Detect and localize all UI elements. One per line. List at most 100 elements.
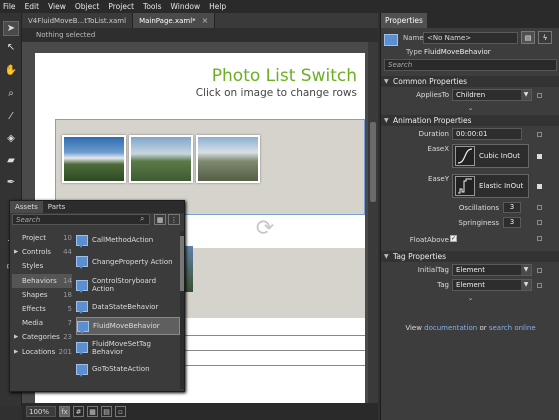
animation-properties-header[interactable]: ▼ Animation Properties xyxy=(381,115,559,126)
more-options-icon[interactable]: ⋮ xyxy=(168,214,180,225)
footer-text: or xyxy=(479,324,487,332)
close-icon[interactable]: × xyxy=(202,16,209,25)
advanced-options-icon[interactable] xyxy=(537,154,542,159)
advanced-options-icon[interactable] xyxy=(537,283,542,288)
menu-file[interactable]: File xyxy=(3,2,16,11)
zoom-tool-icon[interactable]: ⌕ xyxy=(3,86,19,101)
menu-bar: File Edit View Object Project Tools Wind… xyxy=(0,0,559,13)
photo-thumbnail[interactable] xyxy=(62,135,126,183)
chevron-down-icon: ▼ xyxy=(521,265,531,275)
annotations-icon[interactable]: ▫ xyxy=(115,406,126,417)
effects-toggle-icon[interactable]: fx xyxy=(59,406,70,417)
category-categories[interactable]: ▶ Categories 23 xyxy=(12,330,72,344)
grid-view-icon[interactable]: ▦ xyxy=(154,214,166,225)
list-item[interactable]: ChangeProperty Action xyxy=(76,251,180,273)
gradient-tool-icon[interactable]: ▰ xyxy=(3,153,19,168)
pen-tool-icon[interactable]: ✒ xyxy=(3,175,19,190)
events-view-icon[interactable]: ϟ xyxy=(538,31,552,44)
menu-help[interactable]: Help xyxy=(209,2,226,11)
menu-object[interactable]: Object xyxy=(75,2,99,11)
tag-properties-header[interactable]: ▼ Tag Properties xyxy=(381,251,559,262)
menu-edit[interactable]: Edit xyxy=(25,2,40,11)
item-label: CallMethodAction xyxy=(92,236,154,244)
snap-lines-icon[interactable]: ▤ xyxy=(101,406,112,417)
tab-fluidmove-document[interactable]: V4FluidMoveB...tToList.xaml xyxy=(22,13,134,28)
show-grid-icon[interactable]: ▦ xyxy=(87,406,98,417)
documentation-link[interactable]: documentation xyxy=(424,324,477,332)
zoom-select[interactable]: 100% xyxy=(26,406,56,417)
paint-bucket-tool-icon[interactable]: ◈ xyxy=(3,131,19,146)
menu-tools[interactable]: Tools xyxy=(143,2,161,11)
advanced-options-icon[interactable] xyxy=(537,132,542,137)
category-project[interactable]: Project 10 xyxy=(12,231,72,245)
type-label: Type xyxy=(406,48,423,56)
behavior-icon xyxy=(77,320,89,334)
item-label: GoToStateAction xyxy=(92,365,150,373)
pan-tool-icon[interactable]: ✋ xyxy=(3,63,19,78)
snap-grid-icon[interactable]: # xyxy=(73,406,84,417)
category-media[interactable]: Media 7 xyxy=(12,316,72,330)
floatabove-checkbox[interactable]: ✓ xyxy=(450,235,457,242)
behavior-list-scrollbar[interactable] xyxy=(180,231,184,389)
menu-project[interactable]: Project xyxy=(108,2,134,11)
duration-field[interactable]: 00:00:01 xyxy=(452,128,522,140)
tag-dropdown[interactable]: Element ▼ xyxy=(452,279,532,291)
menu-window[interactable]: Window xyxy=(171,2,201,11)
oscillations-field[interactable]: 3 xyxy=(503,202,521,213)
photo-thumbnail[interactable] xyxy=(129,135,193,183)
expand-chevron-icon[interactable]: ⌄ xyxy=(381,104,559,112)
menu-view[interactable]: View xyxy=(48,2,66,11)
list-item[interactable]: FluidMoveSetTag Behavior xyxy=(76,337,180,359)
behavior-icon xyxy=(76,279,88,293)
dropdown-value: Children xyxy=(456,91,486,99)
list-item[interactable]: FluidMoveBehavior xyxy=(76,317,180,335)
advanced-options-icon[interactable] xyxy=(537,184,542,189)
list-item[interactable]: CallMethodAction xyxy=(76,231,180,249)
advanced-options-icon[interactable] xyxy=(537,205,542,210)
assets-search-input[interactable]: Search xyxy=(12,214,150,225)
blend-window: File Edit View Object Project Tools Wind… xyxy=(0,0,559,420)
advanced-options-icon[interactable] xyxy=(537,93,542,98)
selection-tool-icon[interactable]: ➤ xyxy=(3,21,19,36)
expand-chevron-icon[interactable]: ⌄ xyxy=(381,294,559,302)
category-controls[interactable]: ▶ Controls 44 xyxy=(12,245,72,259)
easex-picker[interactable]: Cubic InOut xyxy=(452,144,529,168)
list-item[interactable]: DataStateBehavior xyxy=(76,298,180,316)
easey-picker[interactable]: Elastic InOut xyxy=(452,174,529,198)
category-effects[interactable]: Effects 5 xyxy=(12,302,72,316)
properties-footer: View documentation or search online xyxy=(381,324,559,332)
artboard-scrollbar[interactable] xyxy=(368,42,378,403)
eyedropper-tool-icon[interactable]: ⁄ xyxy=(3,109,19,124)
category-styles[interactable]: Styles xyxy=(12,259,72,273)
list-item[interactable]: GoToStateAction xyxy=(76,360,180,378)
direct-selection-tool-icon[interactable]: ↖ xyxy=(3,40,19,55)
name-field[interactable]: <No Name> xyxy=(423,32,518,44)
initialtag-dropdown[interactable]: Element ▼ xyxy=(452,264,532,276)
tab-assets[interactable]: Assets xyxy=(10,201,43,213)
advanced-options-icon[interactable] xyxy=(537,236,542,241)
scrollbar-thumb[interactable] xyxy=(180,236,184,291)
name-label: Name xyxy=(403,34,424,42)
advanced-options-icon[interactable] xyxy=(537,268,542,273)
category-behaviors[interactable]: Behaviors 14 xyxy=(12,273,72,288)
refresh-icon[interactable]: ⟳ xyxy=(252,216,278,242)
category-label: Effects xyxy=(22,305,46,314)
ease-curve-icon xyxy=(455,146,475,166)
properties-view-icon[interactable]: ▤ xyxy=(521,31,535,44)
springiness-field[interactable]: 3 xyxy=(503,217,521,228)
common-properties-header[interactable]: ▼ Common Properties xyxy=(381,76,559,87)
list-item[interactable]: ControlStoryboard Action xyxy=(76,274,180,296)
category-shapes[interactable]: Shapes 18 xyxy=(12,288,72,302)
photo-thumbnail[interactable] xyxy=(196,135,260,183)
tab-parts[interactable]: Parts xyxy=(43,201,70,213)
tab-properties[interactable]: Properties xyxy=(381,13,427,28)
tab-mainpage-document[interactable]: MainPage.xaml* × xyxy=(133,13,216,28)
section-title: Tag Properties xyxy=(393,252,446,261)
properties-search-input[interactable]: Search xyxy=(384,59,557,71)
appliesto-dropdown[interactable]: Children ▼ xyxy=(452,89,532,101)
category-label: Styles xyxy=(22,262,44,271)
category-locations[interactable]: ▶ Locations 201 xyxy=(12,345,72,359)
advanced-options-icon[interactable] xyxy=(537,220,542,225)
scrollbar-thumb[interactable] xyxy=(370,122,376,202)
search-online-link[interactable]: search online xyxy=(489,324,536,332)
